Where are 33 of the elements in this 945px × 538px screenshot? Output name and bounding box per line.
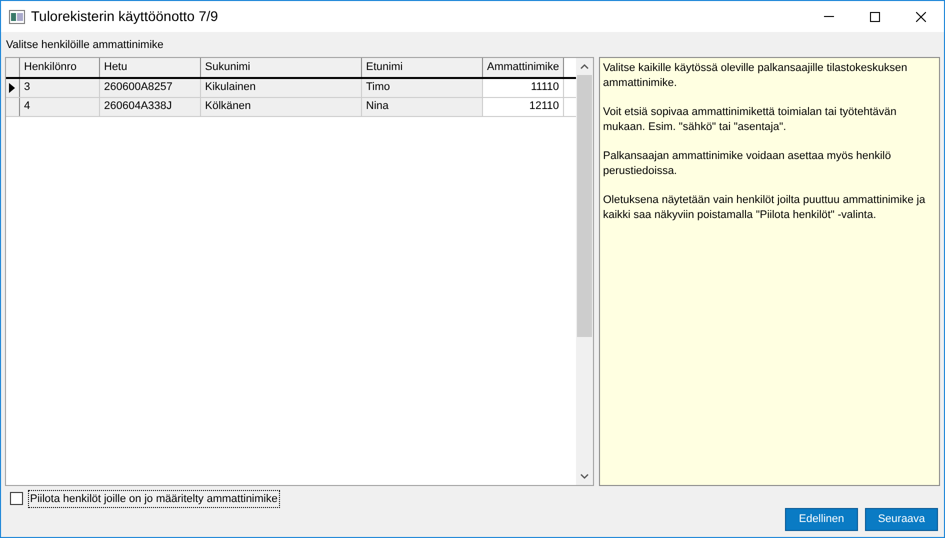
- column-header[interactable]: Ammattinimike: [483, 58, 564, 76]
- table-cell: 260604A338J: [100, 98, 201, 116]
- vertical-scrollbar[interactable]: [576, 58, 593, 484]
- window-icon: [9, 10, 25, 24]
- help-text: Valitse kaikille käytössä oleville palkansaajille tilastokeskuksen ammattinimike.: [603, 60, 908, 90]
- row-header[interactable]: [6, 78, 20, 96]
- column-header[interactable]: Etunimi: [362, 58, 483, 76]
- help-text: Palkansaajan ammattinimike voidaan asettaa myös henkilö perustiedoissa.: [603, 148, 892, 178]
- column-header[interactable]: Hetu: [100, 58, 201, 76]
- table-cell: Timo: [362, 78, 483, 96]
- minimize-icon: [824, 16, 834, 17]
- table-cell: Nina: [362, 98, 483, 116]
- section-label: Valitse henkilöille ammattinimike: [6, 39, 164, 51]
- current-row-icon: [9, 82, 15, 92]
- scroll-up-icon: [580, 64, 589, 68]
- hide-checkbox[interactable]: [10, 492, 23, 506]
- column-header[interactable]: Henkilönro: [20, 58, 100, 76]
- checkbox-label[interactable]: Piilota henkilöt joille on jo määritelty ammattinimike: [28, 490, 280, 508]
- table-cell: 260600A8257: [100, 78, 201, 96]
- scroll-thumb[interactable]: [577, 74, 592, 336]
- table-cell: 4: [20, 98, 100, 116]
- nav-button[interactable]: Seuraava: [865, 508, 938, 531]
- maximize-icon: [870, 12, 880, 22]
- window-title: Tulorekisterin käyttöönotto 7/9: [31, 7, 218, 26]
- help-text: Voit etsiä sopivaa ammattinimikettä toimialan tai työtehtävän mukaan. Esim. "sähkö" tai "asentaja".: [603, 104, 898, 134]
- help-text: Oletuksena näytetään vain henkilöt joilta puuttuu ammattinimike ja kaikki saa näkyviin poistamalla "Piilota henkilöt" -valinta.: [603, 192, 926, 222]
- scroll-down-icon: [580, 474, 589, 478]
- table-cell: Kölkänen: [201, 98, 362, 116]
- nav-button[interactable]: Edellinen: [785, 508, 858, 531]
- table-cell: 3: [20, 78, 100, 96]
- column-header[interactable]: Sukunimi: [201, 58, 362, 76]
- close-icon: [916, 12, 926, 22]
- table-cell: Kikulainen: [201, 78, 362, 96]
